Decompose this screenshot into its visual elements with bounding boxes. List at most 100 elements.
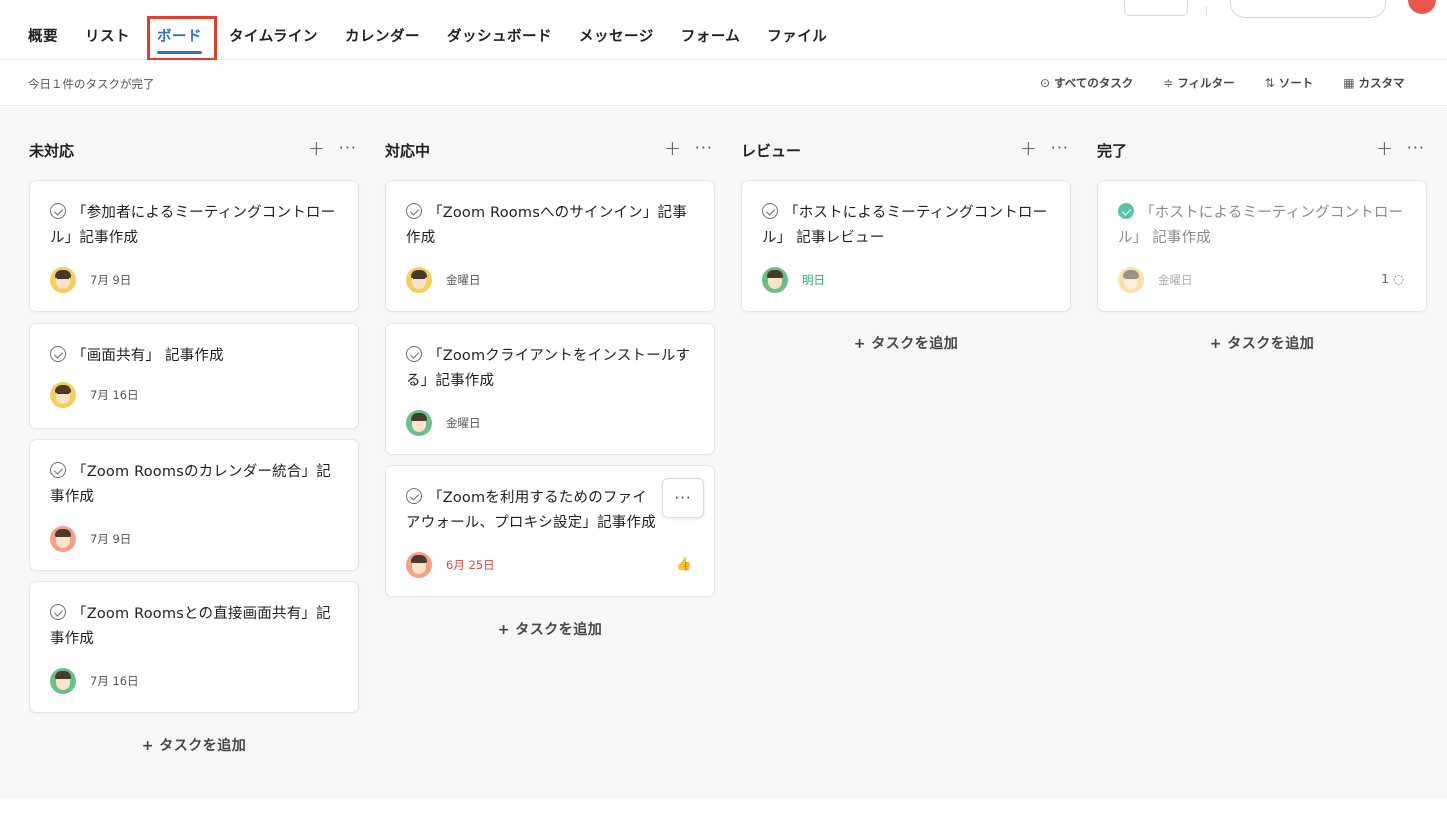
due-date: 7月 16日 (90, 388, 139, 402)
due-date: 7月 9日 (90, 273, 132, 287)
filter-button[interactable]: ≑ フィルター (1163, 75, 1234, 91)
avatar[interactable] (406, 552, 432, 578)
task-title-wrap: 「Zoomクライアントをインストールする」記事作成 (406, 344, 694, 394)
more-icon[interactable]: ··· (1407, 138, 1425, 158)
check-circle-icon[interactable] (50, 346, 66, 362)
task-title-wrap: 「Zoom Roomsのカレンダー統合」記事作成 (50, 460, 338, 510)
task-title-wrap: 「参加者によるミーティングコントロール」記事作成 (50, 201, 338, 251)
avatar[interactable] (50, 382, 76, 408)
task-card[interactable]: 「ホストによるミーティングコントロール」 記事レビュー 明日 (741, 180, 1071, 312)
more-icon[interactable]: ··· (1051, 138, 1069, 158)
task-title-wrap: 「Zoom Roomsへのサインイン」記事作成 (406, 201, 694, 251)
comment-icon: ◌ (1389, 271, 1404, 286)
avatar[interactable] (50, 668, 76, 694)
task-card[interactable]: 「Zoomクライアントをインストールする」記事作成 金曜日 (385, 323, 715, 455)
tab-messages[interactable]: メッセージ (579, 25, 654, 46)
completed-status-text: 今日１件のタスクが完了 (28, 77, 155, 91)
avatar[interactable] (50, 526, 76, 552)
customize-button[interactable]: ▦ カスタマ (1343, 75, 1404, 91)
due-date: 7月 9日 (90, 532, 132, 546)
toolbar: 今日１件のタスクが完了 ⊙ すべてのタスク ≑ フィルター ⇅ ソート ▦ カスタマ (0, 60, 1447, 106)
filter-icon: ≑ (1163, 76, 1174, 90)
check-circle-icon[interactable] (406, 203, 422, 219)
avatar[interactable] (50, 267, 76, 293)
share-button[interactable] (1124, 0, 1188, 16)
task-meta: 金曜日 (1118, 267, 1193, 293)
column-header: レビュー + ··· (741, 138, 1071, 160)
view-tools: ⊙ すべてのタスク ≑ フィルター ⇅ ソート ▦ カスタマ (1040, 75, 1435, 91)
due-date: 6月 25日 (446, 558, 495, 572)
task-title: 「ホストによるミーティングコントロール」 記事作成 (1118, 205, 1404, 246)
check-circle-icon[interactable] (762, 203, 778, 219)
task-card[interactable]: 「参加者によるミーティングコントロール」記事作成 7月 9日 (29, 180, 359, 312)
tab-files[interactable]: ファイル (767, 25, 827, 46)
add-task-button[interactable]: + タスクを追加 (385, 619, 715, 639)
due-date: 金曜日 (1158, 273, 1193, 287)
tab-calendar[interactable]: カレンダー (345, 25, 420, 46)
column-header: 完了 + ··· (1097, 138, 1427, 160)
comment-count[interactable]: 1 ◌ (1381, 271, 1404, 286)
customize-icon: ▦ (1343, 76, 1355, 90)
board: 未対応 + ··· 「参加者によるミーティングコントロール」記事作成 7月 9日 … (0, 107, 1447, 799)
more-icon[interactable]: ··· (695, 138, 713, 158)
task-card[interactable]: 「画面共有」 記事作成 7月 16日 (29, 323, 359, 429)
add-task-button[interactable]: + タスクを追加 (1097, 333, 1427, 353)
task-title: 「ホストによるミーティングコントロール」 記事レビュー (762, 205, 1048, 246)
add-icon[interactable]: + (664, 138, 681, 158)
highlight-annotation (147, 16, 217, 61)
task-card[interactable]: 「Zoomを利用するためのファイアウォール、プロキシ設定」記事作成 ··· 6月… (385, 465, 715, 597)
column-header: 対応中 + ··· (385, 138, 715, 160)
check-circle-icon[interactable] (406, 346, 422, 362)
task-meta: 金曜日 (406, 267, 481, 293)
avatar[interactable] (406, 267, 432, 293)
tool-label: フィルター (1177, 76, 1235, 90)
due-date: 金曜日 (446, 416, 481, 430)
avatar[interactable] (762, 267, 788, 293)
sort-button[interactable]: ⇅ ソート (1265, 75, 1314, 91)
add-task-button[interactable]: + タスクを追加 (29, 735, 359, 755)
task-card[interactable]: 「Zoom Roomsのカレンダー統合」記事作成 7月 9日 (29, 439, 359, 571)
task-meta: 7月 9日 (50, 526, 131, 552)
check-circle-icon[interactable] (406, 488, 422, 504)
card-more-button[interactable]: ··· (662, 478, 704, 518)
due-date: 金曜日 (446, 273, 481, 287)
column-title: 対応中 (385, 142, 431, 160)
all-tasks-button[interactable]: ⊙ すべてのタスク (1040, 75, 1133, 91)
tab-timeline[interactable]: タイムライン (229, 25, 318, 46)
tab-forms[interactable]: フォーム (681, 25, 741, 46)
add-icon[interactable]: + (1376, 138, 1393, 158)
more-icon[interactable]: ··· (339, 138, 357, 158)
tab-list[interactable]: リスト (85, 25, 130, 46)
column-title: 未対応 (29, 142, 75, 160)
user-avatar[interactable] (1408, 0, 1436, 14)
tab-overview[interactable]: 概要 (28, 25, 58, 46)
task-title: 「Zoom Roomsのカレンダー統合」記事作成 (50, 464, 331, 505)
like-icon[interactable]: 👍 (676, 556, 692, 572)
task-meta: 7月 16日 (50, 668, 139, 694)
task-meta: 6月 25日 (406, 552, 495, 578)
task-title: 「Zoomを利用するためのファイアウォール、プロキシ設定」記事作成 (406, 490, 656, 531)
task-title: 「Zoom Roomsとの直接画面共有」記事作成 (50, 606, 331, 647)
task-card[interactable]: 「ホストによるミーティングコントロール」 記事作成 金曜日 1 ◌ (1097, 180, 1427, 312)
task-card[interactable]: 「Zoom Roomsとの直接画面共有」記事作成 7月 16日 (29, 581, 359, 713)
task-title-wrap: 「ホストによるミーティングコントロール」 記事作成 (1118, 201, 1406, 251)
add-task-button[interactable]: + タスクを追加 (741, 333, 1071, 353)
task-card[interactable]: 「Zoom Roomsへのサインイン」記事作成 金曜日 (385, 180, 715, 312)
task-meta: 明日 (762, 267, 825, 293)
tab-dashboard[interactable]: ダッシュボード (447, 25, 552, 46)
task-title: 「画面共有」 記事作成 (72, 348, 224, 364)
add-icon[interactable]: + (1020, 138, 1037, 158)
check-circle-icon[interactable] (50, 604, 66, 620)
task-meta: 7月 16日 (50, 382, 139, 408)
check-circle-icon[interactable] (50, 462, 66, 478)
avatar[interactable] (1118, 267, 1144, 293)
task-title-wrap: 「Zoom Roomsとの直接画面共有」記事作成 (50, 602, 338, 652)
check-circle-icon[interactable] (1118, 203, 1134, 219)
search-input[interactable] (1230, 0, 1386, 18)
add-icon[interactable]: + (308, 138, 325, 158)
avatar[interactable] (406, 410, 432, 436)
column-title: 完了 (1097, 142, 1128, 160)
task-meta: 金曜日 (406, 410, 481, 436)
column-header: 未対応 + ··· (29, 138, 359, 160)
check-circle-icon[interactable] (50, 203, 66, 219)
